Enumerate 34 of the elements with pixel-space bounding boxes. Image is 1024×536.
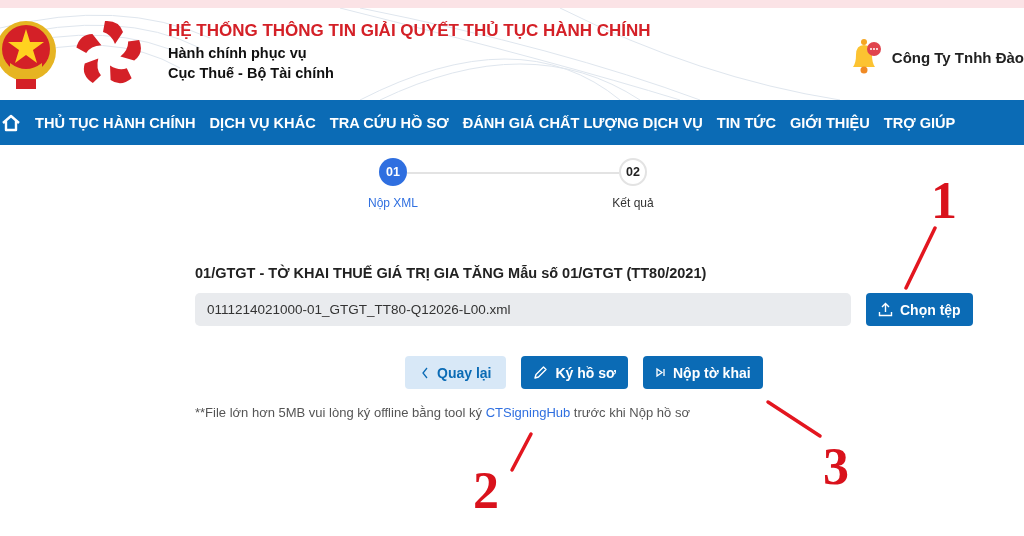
annotation-number: 3 xyxy=(823,438,849,495)
agency-name: Cục Thuế - Bộ Tài chính xyxy=(168,65,335,81)
note-text: **File lớn hơn 5MB vui lòng ký offline bằng tool ký CTSigningHub trước khi Nộp hồ sơ xyxy=(195,405,691,420)
annotation-number: 1 xyxy=(931,172,957,229)
annotation-line xyxy=(510,432,533,472)
back-button[interactable]: Quay lại xyxy=(405,356,507,389)
annotation-line xyxy=(904,226,937,290)
nav-item[interactable]: DỊCH VỤ KHÁC xyxy=(209,114,316,131)
nav-item[interactable]: THỦ TỤC HÀNH CHÍNH xyxy=(35,114,196,131)
submit-button[interactable]: Nộp tờ khai xyxy=(643,356,763,389)
nav-item[interactable]: ĐÁNH GIÁ CHẤT LƯỢNG DỊCH VỤ xyxy=(462,114,703,131)
step-label: Kết quả xyxy=(612,196,654,210)
user-name[interactable]: Công Ty Tnhh Đào xyxy=(891,48,1024,66)
chevron-left-icon xyxy=(420,366,430,379)
nav-item[interactable]: GIỚI THIỆU xyxy=(789,114,870,131)
nav-item[interactable]: TIN TỨC xyxy=(716,114,776,131)
sign-button[interactable]: Ký hồ sơ xyxy=(521,356,628,389)
step-number: 02 xyxy=(619,158,647,186)
home-icon[interactable] xyxy=(1,112,21,133)
skip-forward-icon xyxy=(655,367,666,378)
file-field[interactable]: 0111214021000-01_GTGT_TT80-Q12026-L00.xml xyxy=(195,293,851,326)
pencil-icon xyxy=(533,365,549,380)
annotation-line xyxy=(766,400,822,438)
annotation-number: 2 xyxy=(473,462,499,519)
header-subtitle: Hành chính phục vụ xyxy=(168,45,308,61)
step-number: 01 xyxy=(379,158,407,186)
choose-file-button[interactable]: Chọn tệp xyxy=(866,293,973,326)
upload-icon xyxy=(878,302,893,317)
nav-item[interactable]: TRỢ GIÚP xyxy=(883,114,956,131)
form-title: 01/GTGT - TỜ KHAI THUẾ GIÁ TRỊ GIA TĂNG Mẫu số 01/GTGT (TT80/2021) xyxy=(195,265,708,281)
system-title: HỆ THỐNG THÔNG TIN GIẢI QUYẾT THỦ TỤC HÀNH CHÍNH xyxy=(168,21,651,41)
signing-hub-link[interactable]: CTSigningHub xyxy=(485,405,571,420)
nav-item[interactable]: TRA CỨU HỒ SƠ xyxy=(329,114,449,131)
step-label: Nộp XML xyxy=(368,196,418,210)
